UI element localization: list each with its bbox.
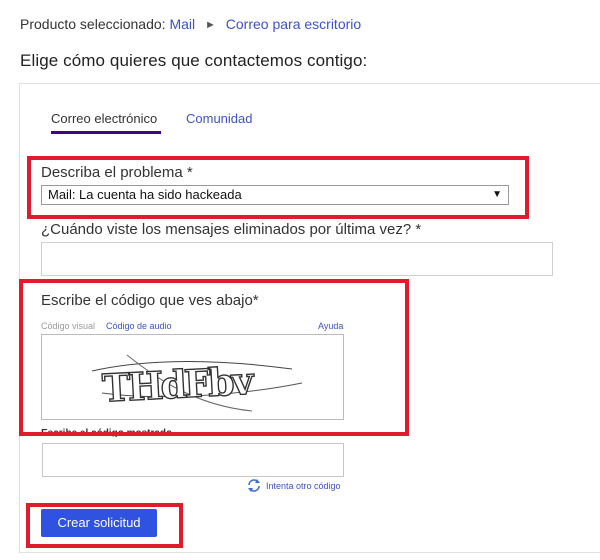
tab-email[interactable]: Correo electrónico [51, 111, 157, 126]
refresh-icon[interactable] [247, 479, 261, 492]
last-seen-label: ¿Cuándo viste los mensajes eliminados po… [41, 221, 422, 238]
breadcrumb-prefix: Producto seleccionado: [20, 16, 166, 32]
active-tab-indicator [51, 131, 161, 134]
highlight-box-submit [26, 503, 183, 548]
page-title: Elige cómo quieres que contactemos conti… [20, 51, 368, 70]
highlight-box-captcha [19, 279, 409, 436]
tab-community[interactable]: Comunidad [186, 111, 253, 126]
breadcrumb-product-link[interactable]: Mail [169, 16, 195, 32]
refresh-captcha-link[interactable]: Intenta otro código [266, 481, 341, 491]
breadcrumb: Producto seleccionado: Mail ► Correo par… [20, 16, 361, 32]
captcha-input[interactable] [42, 443, 344, 477]
breadcrumb-subproduct-link[interactable]: Correo para escritorio [226, 16, 361, 32]
highlight-box-problem [27, 156, 529, 219]
breadcrumb-separator-icon: ► [205, 19, 216, 31]
last-seen-input[interactable] [41, 242, 553, 276]
